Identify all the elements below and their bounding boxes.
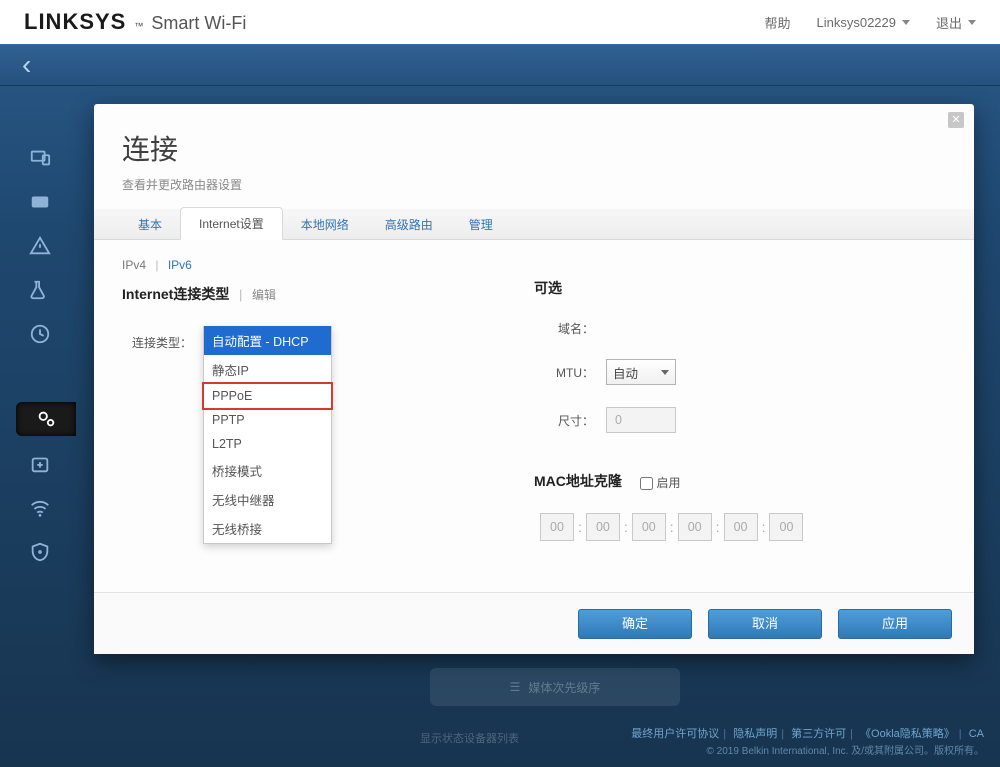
copyright: © 2019 Belkin International, Inc. 及/或其附属… xyxy=(707,742,984,757)
logout-dropdown[interactable]: 退出 xyxy=(936,13,976,32)
modal-title: 连接 xyxy=(122,128,946,168)
sidebar xyxy=(0,86,80,767)
background-text: 显示状态设备器列表 xyxy=(420,730,519,746)
footer-link[interactable]: CA xyxy=(969,728,984,740)
sidebar-item-devices[interactable] xyxy=(18,142,62,174)
brand-sub: Smart Wi-Fi xyxy=(151,13,246,34)
sidebar-item-media[interactable] xyxy=(18,186,62,218)
footer-link[interactable]: 《Ookla隐私策略》 xyxy=(860,728,955,740)
tab-admin[interactable]: 管理 xyxy=(451,209,511,240)
sidebar-item-settings[interactable] xyxy=(16,402,76,436)
sub-nav: ‹ xyxy=(0,44,1000,86)
cancel-button[interactable]: 取消 xyxy=(708,609,822,639)
mac-octet-input[interactable]: 00 xyxy=(586,513,620,541)
size-input[interactable]: 0 xyxy=(606,407,676,433)
mac-octet-input[interactable]: 00 xyxy=(632,513,666,541)
modal-footer: 确定 取消 应用 xyxy=(94,592,974,654)
ipv6-tab[interactable]: IPv6 xyxy=(168,258,192,272)
sidebar-item-security[interactable] xyxy=(18,536,62,568)
mtu-label: MTU： xyxy=(534,364,594,381)
footer-links: 最终用户许可协议| 隐私声明| 第三方许可| 《Ookla隐私策略》| CA xyxy=(631,725,984,741)
tab-local-network[interactable]: 本地网络 xyxy=(283,209,367,240)
mac-clone-title: MAC地址克隆 xyxy=(534,471,622,491)
back-button[interactable]: ‹ xyxy=(22,49,31,81)
mac-octet-input[interactable]: 00 xyxy=(769,513,803,541)
sidebar-item-alert[interactable] xyxy=(18,230,62,262)
chevron-down-icon xyxy=(902,20,910,25)
modal-subtitle: 查看并更改路由器设置 xyxy=(122,176,946,193)
footer-link[interactable]: 隐私声明 xyxy=(733,728,777,740)
mac-enable-checkbox[interactable] xyxy=(640,477,653,490)
edit-link[interactable]: 编辑 xyxy=(252,288,276,302)
tab-internet[interactable]: Internet设置 xyxy=(180,207,283,240)
tab-basic[interactable]: 基本 xyxy=(120,209,180,240)
help-link[interactable]: 帮助 xyxy=(764,13,790,32)
mac-octet-input[interactable]: 00 xyxy=(678,513,712,541)
device-dropdown[interactable]: Linksys02229 xyxy=(816,15,910,30)
dropdown-option-highlighted[interactable]: PPPoE xyxy=(202,382,333,410)
dropdown-option[interactable]: 无线桥接 xyxy=(204,514,331,543)
tab-bar: 基本 Internet设置 本地网络 高级路由 管理 xyxy=(94,209,974,240)
footer-link[interactable]: 第三方许可 xyxy=(791,728,846,740)
dropdown-option[interactable]: 静态IP xyxy=(204,355,331,384)
footer-link[interactable]: 最终用户许可协议 xyxy=(631,728,719,740)
dropdown-option[interactable]: 自动配置 - DHCP xyxy=(204,326,331,355)
ipv4-tab[interactable]: IPv4 xyxy=(122,258,146,272)
sidebar-item-wifi[interactable] xyxy=(18,492,62,524)
sidebar-item-history[interactable] xyxy=(18,318,62,350)
brand-name: LINKSYS xyxy=(24,9,126,35)
chevron-down-icon xyxy=(968,20,976,25)
settings-modal: ✕ 连接 查看并更改路由器设置 基本 Internet设置 本地网络 高级路由 … xyxy=(94,104,974,654)
mac-octet-input[interactable]: 00 xyxy=(540,513,574,541)
section-title: Internet连接类型 xyxy=(122,284,229,304)
dropdown-option[interactable]: PPTP xyxy=(204,408,331,432)
size-label: 尺寸： xyxy=(534,412,594,429)
dropdown-option[interactable]: L2TP xyxy=(204,432,331,456)
ip-version-switch: IPv4 | IPv6 xyxy=(122,258,534,272)
connection-type-label: 连接类型： xyxy=(122,334,192,351)
background-card: ☰媒体次先级序 xyxy=(430,668,680,706)
ok-button[interactable]: 确定 xyxy=(578,609,692,639)
mac-address-inputs: 00: 00: 00: 00: 00: 00 xyxy=(534,513,946,541)
mtu-select[interactable]: 自动 xyxy=(606,359,676,385)
connection-type-dropdown: 自动配置 - DHCP 静态IP PPPoE PPTP L2TP 桥接模式 无线… xyxy=(203,326,332,544)
brand-logo: LINKSYS ™ Smart Wi-Fi xyxy=(24,9,246,35)
chevron-down-icon xyxy=(661,370,669,375)
top-bar: LINKSYS ™ Smart Wi-Fi 帮助 Linksys02229 退出 xyxy=(0,0,1000,44)
dropdown-option[interactable]: 无线中继器 xyxy=(204,485,331,514)
mac-octet-input[interactable]: 00 xyxy=(724,513,758,541)
tab-advanced-routing[interactable]: 高级路由 xyxy=(367,209,451,240)
mac-enable-label: 启用 xyxy=(657,476,681,490)
sidebar-item-test[interactable] xyxy=(18,274,62,306)
modal-header: 连接 查看并更改路由器设置 xyxy=(94,104,974,209)
dropdown-option[interactable]: 桥接模式 xyxy=(204,456,331,485)
sidebar-item-diagnostic[interactable] xyxy=(18,448,62,480)
domain-label: 域名： xyxy=(534,320,594,337)
optional-title: 可选 xyxy=(534,278,562,298)
close-button[interactable]: ✕ xyxy=(948,112,964,128)
brand-tm: ™ xyxy=(134,21,143,31)
apply-button[interactable]: 应用 xyxy=(838,609,952,639)
